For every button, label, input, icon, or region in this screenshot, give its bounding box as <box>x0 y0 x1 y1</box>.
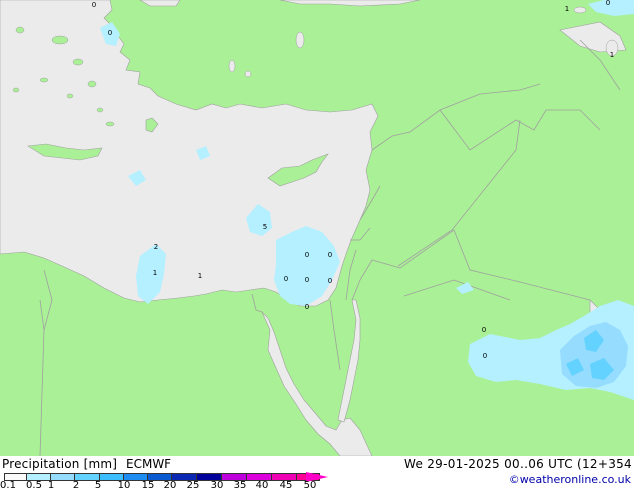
map-area: 0 1 0 0 1 2 1 1 5 0 0 0 0 0 0 0 0 <box>0 0 634 456</box>
color-scale-tick-label: 45 <box>279 480 293 491</box>
color-scale-tick-label: 5 <box>94 480 102 491</box>
station-marker-label: 1 <box>198 272 202 280</box>
color-scale-tick-label: 40 <box>255 480 269 491</box>
station-marker-label: 0 <box>482 326 486 334</box>
station-marker-label: 1 <box>153 269 157 277</box>
station-marker-label: 0 <box>305 276 309 284</box>
station-marker-label: 0 <box>606 0 610 7</box>
color-scale-tick-label: 2 <box>72 480 80 491</box>
station-marker-label: 0 <box>305 303 309 311</box>
color-scale-tick-label: 20 <box>163 480 177 491</box>
station-marker-label: 5 <box>263 223 267 231</box>
color-scale-tick-label: 25 <box>186 480 200 491</box>
color-scale-tick-label: 15 <box>141 480 155 491</box>
color-scale-tick-label: 0.5 <box>26 480 42 491</box>
precipitation-map: 0 1 0 0 1 2 1 1 5 0 0 0 0 0 0 0 0 <box>0 0 634 456</box>
station-marker-label: 0 <box>328 277 332 285</box>
station-marker-label: 1 <box>565 5 569 13</box>
station-marker-label: 0 <box>108 29 112 37</box>
station-marker-label: 0 <box>305 251 309 259</box>
validity-time: We 29-01-2025 00..06 UTC (12+354 <box>403 457 632 471</box>
color-scale-tick-label: 30 <box>210 480 224 491</box>
credit-link[interactable]: ©weatheronline.co.uk <box>509 473 631 487</box>
station-marker-label: 0 <box>483 352 487 360</box>
color-scale-tick-label: 10 <box>117 480 131 491</box>
color-scale-tick-label: 50 <box>303 480 317 491</box>
station-marker-label: 1 <box>610 51 614 59</box>
model-name: ECMWF <box>126 457 172 471</box>
color-scale-tick-label: 35 <box>233 480 247 491</box>
station-marker-label: 0 <box>284 275 288 283</box>
legend-title: Precipitation [mm] <box>2 457 118 471</box>
station-marker-label: 0 <box>92 1 96 9</box>
station-marker-label: 0 <box>328 251 332 259</box>
color-scale-tick-label: 0.1 <box>0 480 16 491</box>
color-scale-tick-label: 1 <box>47 480 55 491</box>
station-marker-label: 2 <box>154 243 158 251</box>
